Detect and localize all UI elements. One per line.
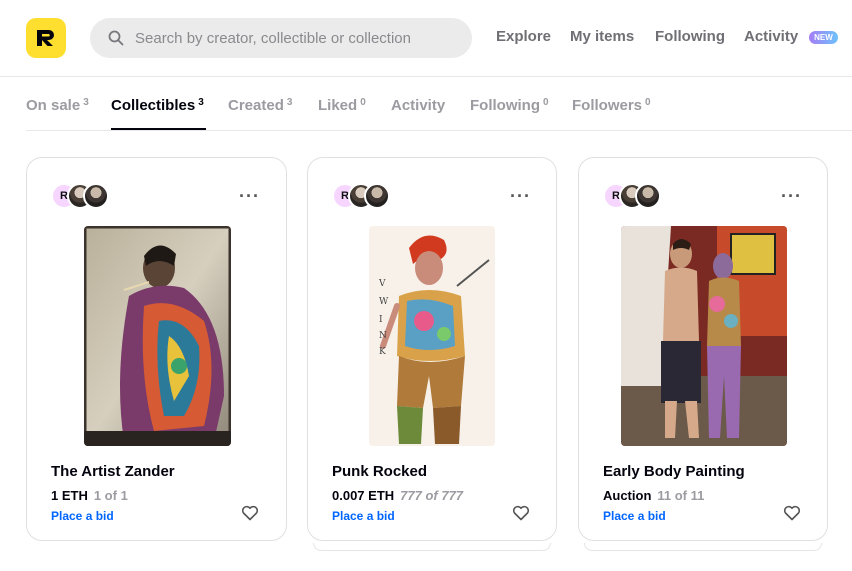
artwork-image[interactable] [84,226,231,446]
tab-count: 3 [286,97,293,108]
tab-count: 3 [198,97,204,108]
tab-activity[interactable]: Activity [391,97,445,114]
nav-activity[interactable]: Activity [744,28,798,45]
tab-count: 0 [542,97,549,108]
tab-created[interactable]: Created 3 [228,97,292,114]
tab-liked[interactable]: Liked 0 [318,97,366,114]
tab-following[interactable]: Following 0 [470,97,549,114]
heart-icon[interactable] [241,504,259,522]
tab-label: On sale [26,97,81,114]
logo-r-icon [37,30,54,46]
tab-label: Created [228,97,284,114]
card-body[interactable]: R ··· The Artist Zander 1 ETH 1 of 1 Pla… [26,157,287,541]
profile-tabs: On sale 3 Collectibles 3 Created 3 Liked 0 A… [26,78,852,131]
edition-count: 777 of 777 [400,488,464,503]
card-stack-edge [584,543,822,551]
card-title[interactable]: The Artist Zander [51,463,175,480]
more-icon[interactable]: ··· [510,186,531,206]
active-tab-indicator [111,128,206,130]
avatar[interactable] [83,183,109,209]
card-price: 0.007 ETH 777 of 777 [332,488,463,503]
card-title[interactable]: Early Body Painting [603,463,745,480]
tab-count: 0 [360,97,366,108]
tab-count: 0 [645,97,651,108]
more-icon[interactable]: ··· [239,186,260,206]
edition-count: 11 of 11 [657,488,705,503]
heart-icon[interactable] [783,504,801,522]
svg-text:N: N [379,331,387,341]
tab-followers[interactable]: Followers 0 [572,97,651,114]
card-stack-edge [313,543,551,551]
tab-label: Activity [391,97,446,114]
search-placeholder[interactable]: Search by creator, collectible or collec… [135,30,411,47]
tab-count: 3 [83,97,89,108]
search-icon [108,30,124,46]
price-value: 0.007 ETH [332,488,395,503]
place-bid-link[interactable]: Place a bid [51,509,114,523]
tab-label: Followers [572,97,643,114]
tab-label: Liked [318,97,358,114]
nav-my-items[interactable]: My items [570,28,634,45]
avatar[interactable] [364,183,390,209]
search-bar[interactable]: Search by creator, collectible or collec… [90,18,472,58]
card-title[interactable]: Punk Rocked [332,463,427,480]
svg-text:I: I [379,315,383,325]
place-bid-link[interactable]: Place a bid [603,509,666,523]
svg-text:V: V [378,279,386,289]
svg-text:W: W [379,297,389,307]
place-bid-link[interactable]: Place a bid [332,509,395,523]
nav-explore[interactable]: Explore [496,28,551,45]
new-badge: NEW [809,31,838,44]
card-body[interactable]: R ··· V W I N K Punk Rocked 0.007 ETH 77… [307,157,557,541]
tab-label: Following [470,97,540,114]
artwork-image[interactable] [621,226,787,446]
card-body[interactable]: R ··· Early Body Painting Auction 11 of … [578,157,828,541]
artwork-image[interactable]: V W I N K [369,226,495,446]
tab-on-sale[interactable]: On sale 3 [26,97,89,114]
price-value: Auction [603,488,652,503]
tab-collectibles[interactable]: Collectibles 3 [111,97,204,114]
owner-avatars[interactable]: R [51,183,111,209]
more-icon[interactable]: ··· [781,186,802,206]
avatar[interactable] [635,183,661,209]
edition-count: 1 of 1 [93,488,128,503]
card-price: 1 ETH 1 of 1 [51,488,128,503]
owner-avatars[interactable]: R [332,183,392,209]
owner-avatars[interactable]: R [603,183,663,209]
card-price: Auction 11 of 11 [603,488,704,503]
top-header: Search by creator, collectible or collec… [0,0,852,77]
nav-following[interactable]: Following [655,28,725,45]
rarible-logo[interactable] [26,18,66,58]
tab-label: Collectibles [111,97,196,114]
heart-icon[interactable] [512,504,530,522]
svg-text:K: K [379,347,386,357]
price-value: 1 ETH [51,488,88,503]
